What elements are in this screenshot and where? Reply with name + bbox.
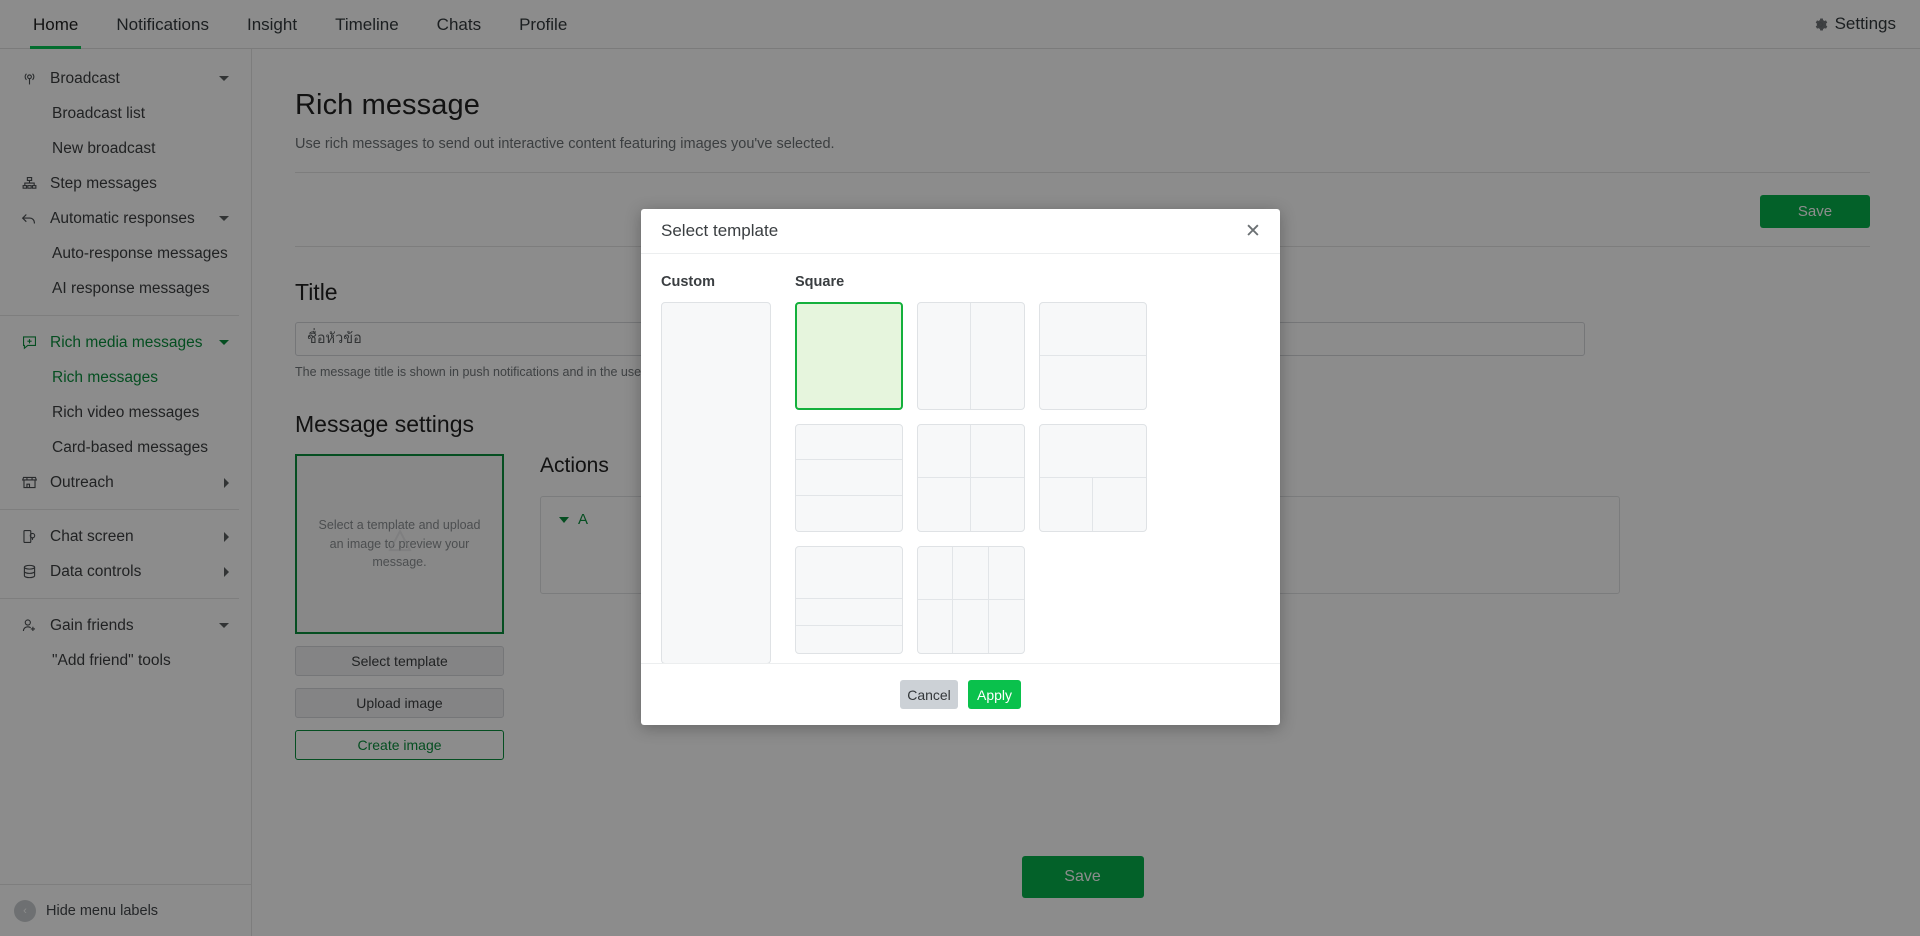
template-square-2-vertical[interactable] [917,302,1025,410]
template-cell [796,547,902,599]
template-grid-empty-slot [1039,546,1147,654]
close-icon[interactable]: ✕ [1240,218,1266,244]
template-cell [918,303,971,409]
template-cell [796,599,902,626]
template-square-big-top-2rows[interactable] [795,546,903,654]
template-cell [1040,478,1093,531]
template-cell [918,547,953,600]
template-cell [1040,356,1146,409]
template-cell [1040,303,1146,356]
select-template-dialog: Select template ✕ Custom Square [641,209,1280,725]
template-cell [918,425,971,478]
template-cell [971,478,1024,531]
template-square-3x2-grid[interactable] [917,546,1025,654]
template-cell [796,425,902,460]
template-cell [971,425,1024,478]
template-cell [989,600,1024,653]
template-square-1-full[interactable] [795,302,903,410]
custom-group-label: Custom [661,274,771,290]
square-group: Square [795,274,1147,663]
template-cell [918,478,971,531]
template-custom-freeform[interactable] [661,302,771,663]
template-groups: Custom Square [661,274,1260,663]
template-square-2-horizontal[interactable] [1039,302,1147,410]
template-cell [796,626,902,653]
template-cell [953,547,988,600]
custom-group: Custom [661,274,771,663]
apply-button[interactable]: Apply [968,680,1021,709]
dialog-body: Custom Square [641,254,1280,663]
template-cell [796,460,902,495]
dialog-title: Select template [661,221,778,241]
app-root: Home Notifications Insight Timeline Chat… [0,0,1920,936]
square-template-grid [795,302,1147,654]
template-cell [953,600,988,653]
template-square-2x2-grid[interactable] [917,424,1025,532]
square-group-label: Square [795,274,1147,290]
cancel-button[interactable]: Cancel [900,680,958,709]
template-cell [1093,478,1146,531]
template-cell [971,303,1024,409]
template-square-top-bottom2[interactable] [1039,424,1147,532]
template-cell [989,547,1024,600]
template-cell [796,496,902,531]
dialog-footer: Cancel Apply [641,663,1280,725]
template-square-3-rows[interactable] [795,424,903,532]
dialog-header: Select template ✕ [641,209,1280,254]
template-cell [918,600,953,653]
template-cell [1040,425,1146,478]
